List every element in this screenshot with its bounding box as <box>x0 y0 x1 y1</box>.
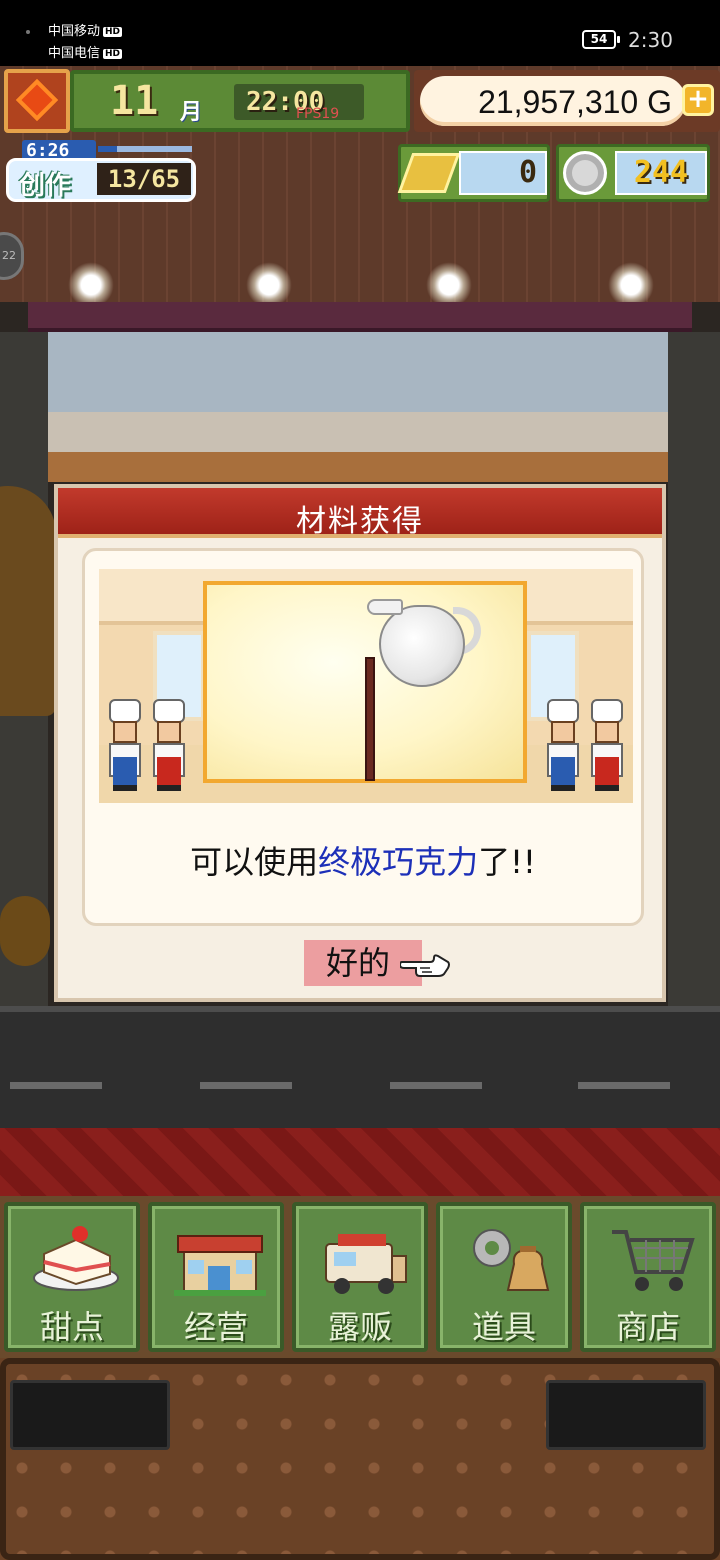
season-autumn-icon[interactable] <box>4 69 70 133</box>
dialog-message: 可以使用终极巧克力了!! <box>85 837 641 883</box>
cart-icon <box>612 1230 695 1291</box>
material-obtained-dialog: 材料获得 可以使用终极巧克力了!! 好的 <box>54 484 666 1002</box>
money-panel: 21,957,310 G + <box>414 70 720 132</box>
dialog-content: 可以使用终极巧克力了!! <box>82 548 644 926</box>
carrier-1-name: 中国移动 <box>48 24 101 39</box>
message-item-name: 终极巧克力 <box>318 843 479 881</box>
message-prefix: 可以使用 <box>190 843 319 881</box>
menu-store-button[interactable]: 商店 <box>580 1202 716 1352</box>
battery-indicator: 54 <box>582 30 620 49</box>
menu-management-button[interactable]: 经营 <box>148 1202 284 1352</box>
lane-marking <box>10 1082 102 1089</box>
dialog-header: 材料获得 <box>58 488 662 539</box>
milk-jug-icon <box>365 589 483 691</box>
kitchen-wall <box>48 332 668 412</box>
shop-awning <box>28 302 692 332</box>
street-road <box>0 1006 720 1130</box>
carrier-2: 中国电信 HD <box>48 42 123 61</box>
kitchen-counter <box>48 452 668 482</box>
shop-icon <box>174 1235 266 1296</box>
menu-label: 甜点 <box>39 1308 104 1346</box>
dialog-title: 材料获得 <box>296 504 424 539</box>
carrier-2-name: 中国电信 <box>48 46 101 61</box>
notification-dot <box>26 30 30 34</box>
food-truck-icon <box>325 1234 407 1294</box>
status-clock: 2:30 <box>628 28 673 52</box>
hd-badge: HD <box>103 27 123 37</box>
gold-bar-count: 0 <box>459 151 547 195</box>
menu-label: 道具 <box>471 1308 536 1346</box>
autumn-tree <box>0 486 56 716</box>
silver-medal-icon <box>563 151 607 195</box>
red-carpet <box>0 1128 720 1200</box>
sidewalk-right <box>668 332 720 1032</box>
month-unit: 月 <box>180 100 203 125</box>
menu-label: 露贩 <box>327 1308 392 1346</box>
lane-marking <box>390 1082 482 1089</box>
lane-marking <box>200 1082 292 1089</box>
shop-floor-panel <box>0 1358 720 1560</box>
money-display: 21,957,310 G <box>420 76 686 126</box>
create-progress-bar <box>98 146 192 152</box>
chef-character <box>543 699 583 791</box>
add-money-button[interactable]: + <box>682 84 714 116</box>
fps-counter: FPS19 <box>296 106 340 122</box>
floor-slot-left[interactable] <box>10 1380 170 1450</box>
create-label: 创作 <box>19 171 72 201</box>
gold-bar-panel[interactable]: 0 <box>397 144 550 202</box>
shop-kitchen <box>48 332 668 482</box>
chef-character <box>587 699 627 791</box>
medal-panel[interactable]: 244 <box>556 144 710 202</box>
cake-icon <box>33 1226 119 1291</box>
autumn-bush <box>0 896 50 966</box>
menu-label: 经营 <box>183 1308 248 1346</box>
message-suffix: 了!! <box>478 843 536 881</box>
chef-character <box>149 699 189 791</box>
date-time-panel: 11 月 22:00 FPS19 <box>70 70 410 132</box>
floor-slot-right[interactable] <box>546 1380 706 1450</box>
medal-count: 244 <box>615 151 707 195</box>
status-bar: 中国移动 HD 中国电信 HD 54 2:30 <box>0 0 720 66</box>
gold-bar-icon <box>397 153 461 193</box>
hd-badge: HD <box>103 49 123 59</box>
chef-character <box>105 699 145 791</box>
month-number: 11 <box>110 78 159 124</box>
lane-marking <box>578 1082 670 1089</box>
pointing-hand-icon <box>400 954 450 977</box>
create-count: 13/65 <box>97 163 191 195</box>
dialog-illustration <box>99 569 633 803</box>
money-amount: 21,957,310 G <box>478 84 672 121</box>
item-showcase <box>203 581 527 783</box>
gear-bag-icon <box>473 1229 550 1291</box>
menu-dessert-button[interactable]: 甜点 <box>4 1202 140 1352</box>
bottom-menu: 甜点 经营 露贩 道具 商店 <box>0 1196 720 1360</box>
money-unit: G <box>647 84 672 120</box>
maple-leaf-icon <box>15 78 59 122</box>
create-badge: 创作 13/65 <box>6 158 196 202</box>
carrier-1: 中国移动 HD <box>48 20 123 39</box>
menu-stall-button[interactable]: 露贩 <box>292 1202 428 1352</box>
money-value: 21,957,310 <box>478 84 639 120</box>
menu-label: 商店 <box>615 1308 680 1346</box>
menu-items-button[interactable]: 道具 <box>436 1202 572 1352</box>
create-panel[interactable]: 6:26 创作 13/65 <box>6 140 198 206</box>
